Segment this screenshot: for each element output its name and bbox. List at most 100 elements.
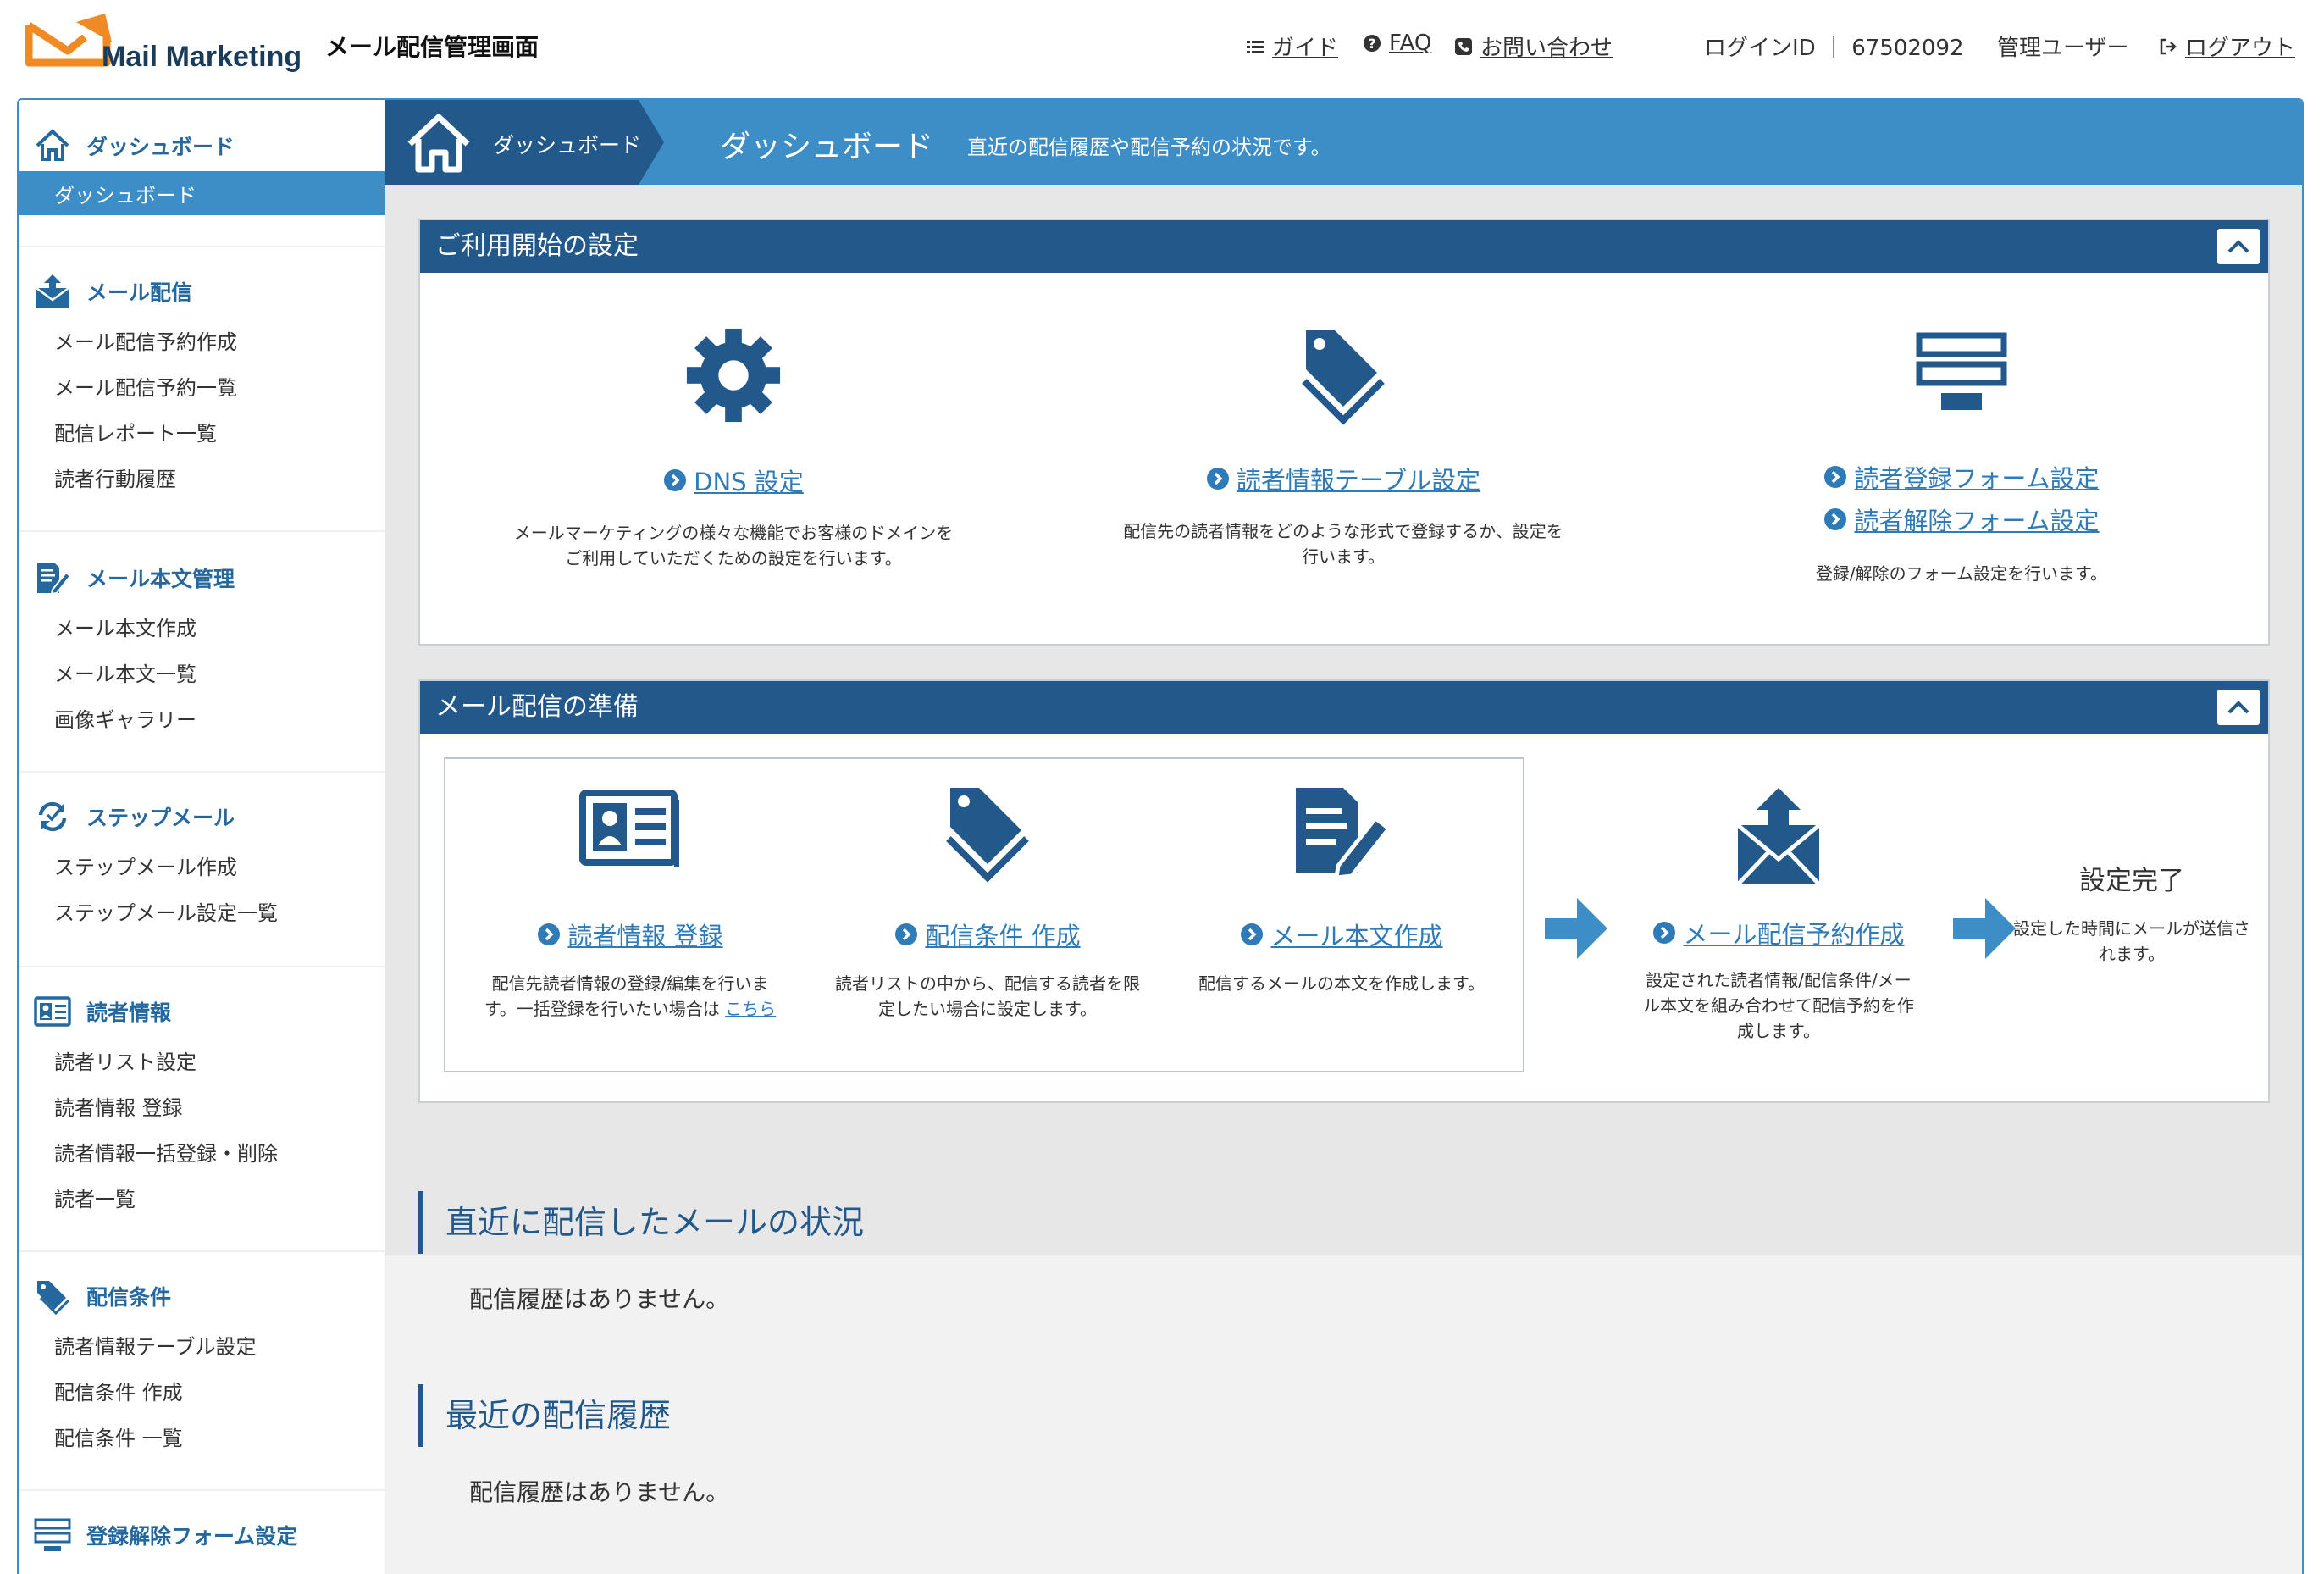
- reader-register-link[interactable]: 読者情報 登録: [461, 917, 800, 952]
- chevron-circle-icon: [1824, 466, 1847, 488]
- contact-link[interactable]: お問い合わせ: [1453, 30, 1613, 62]
- sidebar-section-condition: 配信条件 読者情報テーブル設定 配信条件 作成 配信条件 一覧: [19, 1271, 385, 1459]
- contact-label[interactable]: お問い合わせ: [1480, 30, 1613, 62]
- sidebar-item-mail-reserve-create[interactable]: メール配信予約作成: [19, 317, 385, 363]
- sidebar: ダッシュボード ダッシュボード メール配信 メール配信予約作成 メール配信予約一…: [19, 100, 385, 1574]
- sidebar-item-reader-list[interactable]: 読者一覧: [19, 1174, 385, 1220]
- prep-panel: メール配信の準備 読者情報 登録 配信先読者情報の登録/編集を行いま す。一括登…: [418, 679, 2270, 1103]
- step-complete: 設定完了 設定した時間にメールが送信さ れます。: [2009, 859, 2255, 967]
- feature-reader-table: 読者情報テーブル設定 配信先の読者情報をどのような形式で登録するか、設定を 行い…: [1106, 273, 1580, 569]
- sidebar-item-mail-reserve-list[interactable]: メール配信予約一覧: [19, 363, 385, 408]
- reserve-create-label[interactable]: メール配信予約作成: [1683, 915, 1904, 950]
- sidebar-item-body-create[interactable]: メール本文作成: [19, 603, 385, 649]
- sidebar-item-reader-bulk[interactable]: 読者情報一括登録・削除: [19, 1128, 385, 1174]
- body-create-link[interactable]: メール本文作成: [1172, 917, 1511, 952]
- sidebar-item-step-create[interactable]: ステップメール作成: [19, 842, 385, 888]
- page-description: 直近の配信履歴や配信予約の状況です。: [967, 136, 1331, 159]
- user-name: 管理ユーザー: [1997, 36, 2129, 61]
- recent-status-text: 配信履歴はありません。: [469, 1285, 730, 1313]
- sidebar-heading-label: 読者情報: [86, 1000, 172, 1025]
- unsubscribe-form-label[interactable]: 読者解除フォーム設定: [1854, 502, 2099, 537]
- home-icon: [36, 129, 69, 161]
- feature-dns: DNS 設定 メールマーケティングの様々な機能でお客様のドメインを ご利用してい…: [496, 273, 971, 571]
- chevron-circle-icon: [895, 923, 918, 945]
- forms-description: 登録/解除のフォーム設定を行います。: [1815, 563, 2108, 584]
- logout-link[interactable]: ログアウト: [2158, 30, 2295, 62]
- id-card-icon: [579, 790, 679, 867]
- home-icon: [407, 114, 470, 173]
- sidebar-item-reader-list-settings[interactable]: 読者リスト設定: [19, 1037, 385, 1083]
- sidebar-item-reader-history[interactable]: 読者行動履歴: [19, 454, 385, 500]
- bulk-register-link[interactable]: こちら: [725, 999, 776, 1019]
- sidebar-heading-label: 配信条件: [86, 1285, 172, 1310]
- guide-label[interactable]: ガイド: [1272, 30, 1338, 62]
- sidebar-heading-label: メール配信: [86, 280, 193, 305]
- recent-history-title: 最近の配信履歴: [418, 1384, 671, 1447]
- sidebar-heading-dashboard[interactable]: ダッシュボード: [19, 120, 385, 171]
- reader-table-label[interactable]: 読者情報テーブル設定: [1237, 461, 1480, 496]
- step-reader-register: 読者情報 登録 配信先読者情報の登録/編集を行いま す。一括登録を行いたい場合は…: [461, 784, 800, 1022]
- mail-send-icon: [36, 274, 69, 308]
- subscribe-form-link[interactable]: 読者登録フォーム設定: [1724, 459, 2199, 495]
- feature-forms: 読者登録フォーム設定 読者解除フォーム設定 登録/解除のフォーム設定を行います。: [1724, 273, 2199, 586]
- sidebar-heading-mail[interactable]: メール配信: [19, 266, 385, 317]
- reader-register-description: 配信先読者情報の登録/編集を行いま す。一括登録を行いたい場合は こちら: [484, 973, 777, 1019]
- reserve-create-link[interactable]: メール配信予約作成: [1626, 915, 1931, 950]
- sidebar-item-body-list[interactable]: メール本文一覧: [19, 649, 385, 695]
- sidebar-heading-condition[interactable]: 配信条件: [19, 1271, 385, 1322]
- sidebar-section-step: ステップメール ステップメール作成 ステップメール設定一覧: [19, 791, 385, 934]
- sidebar-item-reader-table[interactable]: 読者情報テーブル設定: [19, 1322, 385, 1367]
- sidebar-section-dashboard: ダッシュボード ダッシュボード: [19, 120, 385, 215]
- page-title: ダッシュボード: [720, 130, 934, 164]
- step-reserve-create: メール配信予約作成 設定された読者情報/配信条件/メー ル本文を組み合わせて配信…: [1626, 786, 1931, 1044]
- breadcrumb-label[interactable]: ダッシュボード: [493, 129, 641, 159]
- chevron-up-icon: [2227, 240, 2249, 253]
- chevron-circle-icon: [1653, 922, 1676, 944]
- faq-link[interactable]: ? FAQ: [1362, 30, 1431, 56]
- body-create-label[interactable]: メール本文作成: [1270, 917, 1442, 952]
- chevron-circle-icon: [538, 923, 561, 945]
- condition-create-label[interactable]: 配信条件 作成: [925, 917, 1080, 952]
- arrow-right-icon: [1545, 898, 1607, 959]
- reader-register-label[interactable]: 読者情報 登録: [567, 917, 722, 952]
- subscribe-form-label[interactable]: 読者登録フォーム設定: [1854, 459, 2099, 495]
- sidebar-item-step-list[interactable]: ステップメール設定一覧: [19, 888, 385, 934]
- sidebar-heading-reader[interactable]: 読者情報: [19, 986, 385, 1037]
- chevron-circle-icon: [1241, 923, 1264, 945]
- sidebar-heading-form[interactable]: 登録解除フォーム設定: [19, 1510, 385, 1560]
- breadcrumb[interactable]: ダッシュボード: [385, 100, 664, 185]
- chevron-circle-icon: [1824, 508, 1847, 530]
- sidebar-item-condition-create[interactable]: 配信条件 作成: [19, 1367, 385, 1413]
- tag-icon: [37, 1281, 70, 1315]
- sidebar-item-image-gallery[interactable]: 画像ギャラリー: [19, 695, 385, 740]
- sidebar-item-condition-list[interactable]: 配信条件 一覧: [19, 1413, 385, 1459]
- condition-create-link[interactable]: 配信条件 作成: [818, 917, 1157, 952]
- sidebar-heading-label: メール本文管理: [86, 567, 235, 591]
- logout-label[interactable]: ログアウト: [2185, 30, 2295, 62]
- setup-collapse-button[interactable]: [2217, 229, 2260, 264]
- faq-label[interactable]: FAQ: [1389, 30, 1431, 56]
- sidebar-divider: [19, 1489, 385, 1491]
- sidebar-heading-body[interactable]: メール本文管理: [19, 552, 385, 603]
- sidebar-item-reader-register[interactable]: 読者情報 登録: [19, 1083, 385, 1128]
- prep-collapse-button[interactable]: [2217, 690, 2260, 725]
- sidebar-heading-label: 登録解除フォーム設定: [86, 1524, 298, 1549]
- sidebar-divider: [19, 530, 385, 532]
- body-create-description: 配信するメールの本文を作成します。: [1198, 973, 1485, 994]
- sidebar-heading-step[interactable]: ステップメール: [19, 791, 385, 842]
- header: Mail Marketing メール配信管理画面 ガイド ? FAQ お問い合わ…: [0, 0, 2324, 98]
- sidebar-divider: [19, 771, 385, 773]
- reader-table-link[interactable]: 読者情報テーブル設定: [1106, 461, 1580, 496]
- dns-settings-label[interactable]: DNS 設定: [694, 463, 804, 498]
- dns-settings-link[interactable]: DNS 設定: [496, 463, 971, 498]
- sidebar-section-reader: 読者情報 読者リスト設定 読者情報 登録 読者情報一括登録・削除 読者一覧: [19, 986, 385, 1220]
- prep-panel-title: メール配信の準備: [420, 681, 2268, 734]
- dns-description: メールマーケティングの様々な機能でお客様のドメインを ご利用していただくための設…: [513, 523, 954, 568]
- guide-link[interactable]: ガイド: [1245, 30, 1338, 62]
- sidebar-item-dashboard[interactable]: ダッシュボード: [19, 171, 385, 215]
- sidebar-heading-label: ステップメール: [86, 806, 235, 830]
- unsubscribe-form-link[interactable]: 読者解除フォーム設定: [1724, 502, 2199, 537]
- brand-name: Mail Marketing: [102, 41, 302, 73]
- app-frame: ダッシュボード ダッシュボード メール配信 メール配信予約作成 メール配信予約一…: [17, 98, 2304, 1574]
- sidebar-item-report-list[interactable]: 配信レポート一覧: [19, 408, 385, 454]
